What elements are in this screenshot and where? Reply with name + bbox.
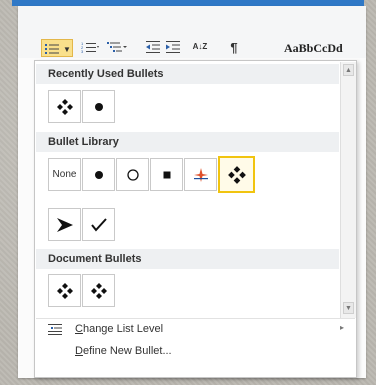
bullet-four-diamond-selected[interactable]: [218, 156, 255, 193]
scroll-down-icon[interactable]: ▼: [343, 302, 354, 314]
change-list-level-menu-item[interactable]: Change List Level ▸: [46, 321, 346, 339]
svg-text:3: 3: [81, 49, 84, 53]
change-list-level-label: Change List Level: [75, 323, 164, 335]
hollow-circle-bullet-icon: [126, 168, 139, 181]
define-new-bullet-label: Define New Bullet...: [75, 345, 172, 357]
bullet-list-icon: [45, 44, 59, 54]
ribbon-paragraph-group: ▼ 1 2 3 A↓Z ¶ AaBbCcDd: [18, 6, 366, 58]
scroll-up-icon[interactable]: ▲: [343, 64, 354, 76]
checkmark-bullet-icon: [90, 217, 107, 232]
filled-square-bullet-icon: [163, 171, 170, 178]
gallery-scrollbar[interactable]: ▲ ▼: [340, 62, 356, 318]
style-gallery-preview[interactable]: AaBbCcDd: [284, 41, 343, 56]
multilevel-list-icon: [107, 42, 127, 52]
four-point-star-bullet-icon: [193, 167, 208, 182]
none-label: None: [52, 169, 77, 180]
document-bullets-header: Document Bullets: [36, 249, 339, 269]
multilevel-list-button[interactable]: [104, 38, 130, 56]
chevron-right-icon: ▸: [340, 323, 345, 332]
bullet-arrowhead[interactable]: [48, 208, 81, 241]
decrease-indent-button[interactable]: [144, 38, 162, 56]
list-level-icon: [48, 324, 62, 335]
menu-divider: [36, 318, 355, 319]
show-hide-button[interactable]: ¶: [226, 38, 242, 56]
pilcrow-icon: ¶: [230, 39, 238, 55]
sort-icon: A↓Z: [192, 42, 208, 51]
bullet-checkmark[interactable]: [82, 208, 115, 241]
decrease-indent-icon: [146, 41, 160, 53]
bullet-filled-circle[interactable]: [82, 158, 115, 191]
document-bullet-diamond-1[interactable]: [48, 274, 81, 307]
sort-button[interactable]: A↓Z: [190, 38, 210, 56]
four-diamond-bullet-icon: [90, 282, 107, 299]
four-diamond-bullet-icon: [56, 98, 73, 115]
bullet-hollow-circle[interactable]: [116, 158, 149, 191]
recent-bullets-header: Recently Used Bullets: [36, 64, 339, 84]
bullets-button[interactable]: ▼: [41, 39, 73, 57]
filled-circle-bullet-icon: [94, 170, 103, 179]
bullet-none[interactable]: None: [48, 158, 81, 191]
numbering-button[interactable]: 1 2 3: [78, 38, 102, 56]
increase-indent-icon: [166, 41, 180, 53]
document-bullet-diamond-2[interactable]: [82, 274, 115, 307]
four-diamond-bullet-icon: [56, 282, 73, 299]
filled-circle-bullet-icon: [94, 102, 103, 111]
bullet-filled-square[interactable]: [150, 158, 183, 191]
arrowhead-bullet-icon: [56, 217, 73, 232]
recent-bullet-diamond[interactable]: [48, 90, 81, 123]
chevron-down-icon: ▼: [63, 45, 71, 54]
define-new-bullet-menu-item[interactable]: Define New Bullet...: [46, 343, 346, 361]
four-diamond-bullet-icon: [227, 165, 246, 184]
recent-bullet-dot[interactable]: [82, 90, 115, 123]
bullet-library-header: Bullet Library: [36, 132, 339, 152]
increase-indent-button[interactable]: [164, 38, 182, 56]
numbered-list-icon: 1 2 3: [81, 41, 99, 53]
bullets-dropdown-panel: Recently Used Bullets Bullet Library Non…: [34, 60, 357, 378]
bullet-star-arrow[interactable]: [184, 158, 217, 191]
